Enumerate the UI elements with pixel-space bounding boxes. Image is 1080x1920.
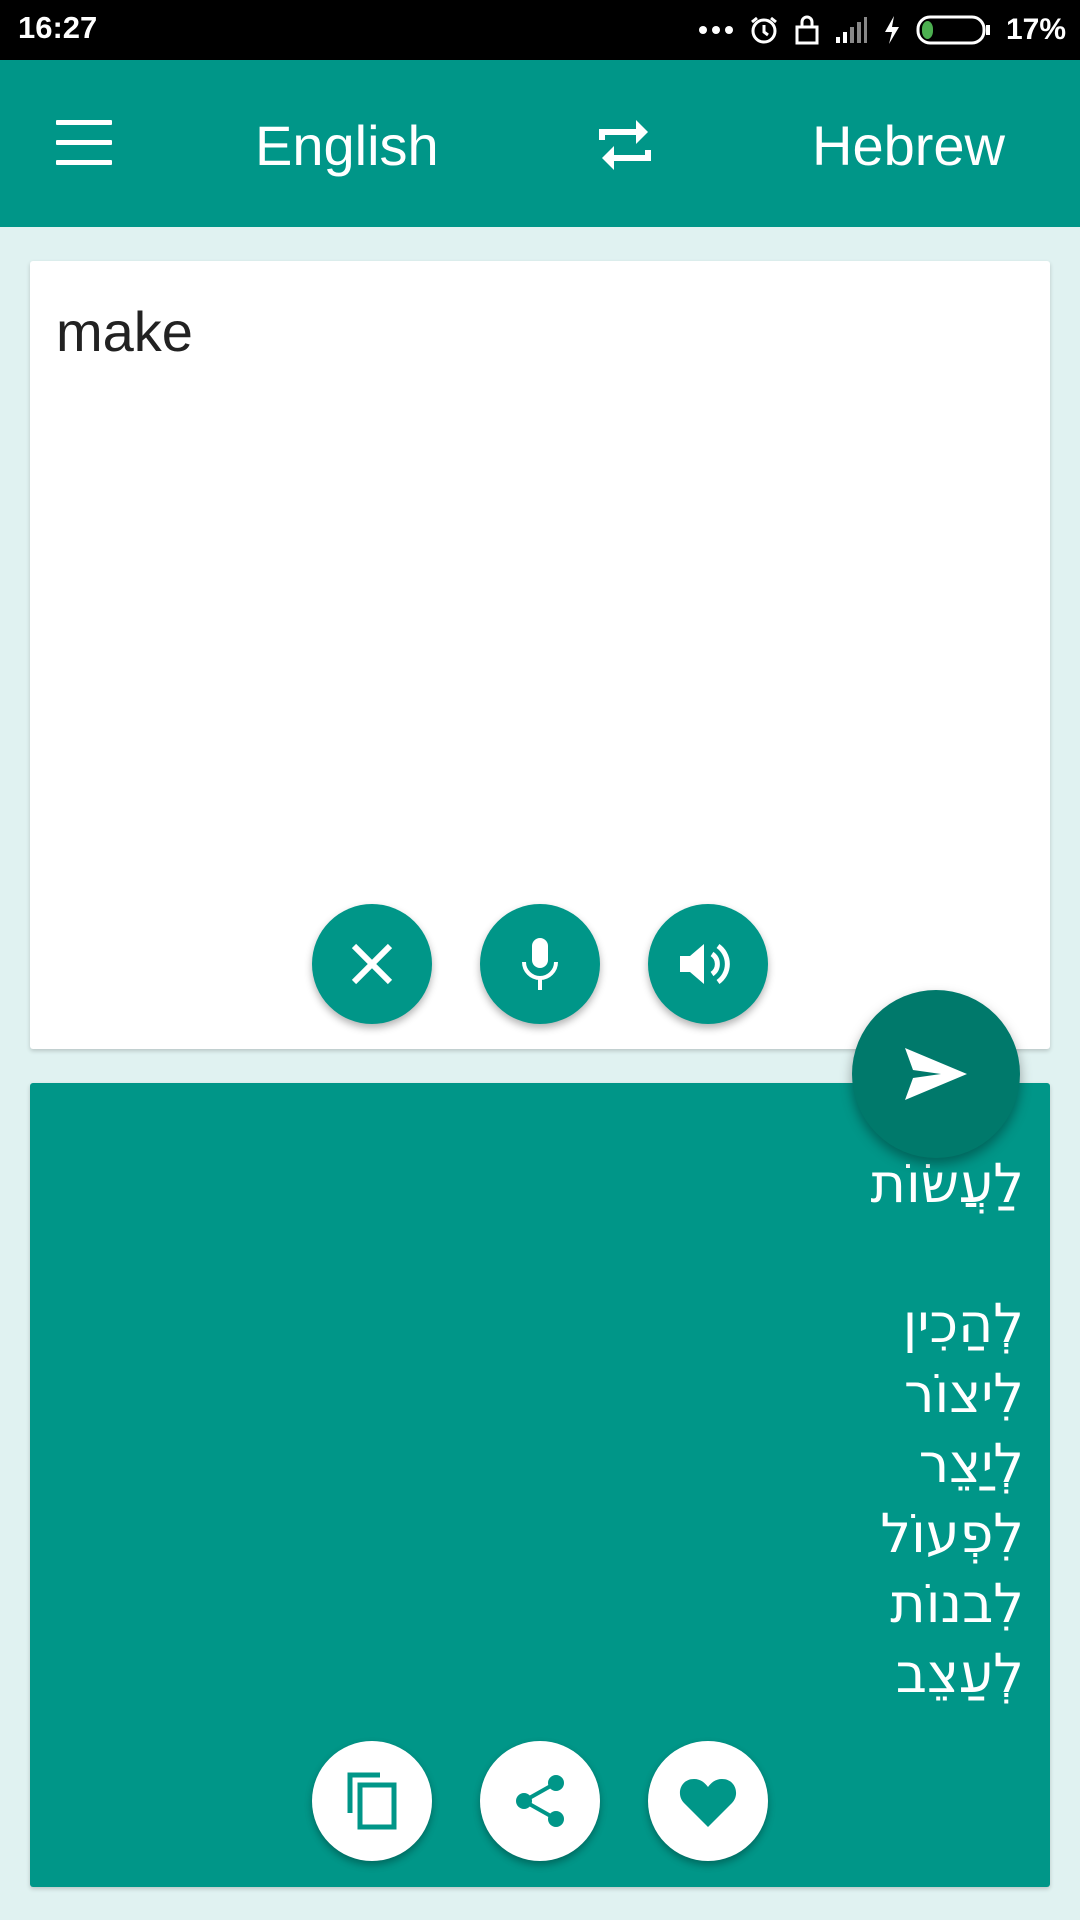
main-translation: לַעֲשׂוֹת xyxy=(870,1152,1024,1215)
clear-icon xyxy=(351,943,393,985)
app-bar: English Hebrew xyxy=(0,60,1080,227)
lock-icon xyxy=(795,15,819,45)
translate-button[interactable] xyxy=(852,990,1020,1158)
status-time: 16:27 xyxy=(18,10,98,45)
favorite-icon xyxy=(679,1779,737,1827)
copy-icon xyxy=(347,1772,397,1830)
output-card: לַעֲשׂוֹת לְהַכִין לִיצוֹר לְיַצֵר לִפְע… xyxy=(30,1083,1050,1887)
alternative-translation: לְיַצֵר xyxy=(918,1432,1024,1495)
source-language-selector[interactable]: English xyxy=(255,114,439,178)
alternative-translation: לִפְעוֹל xyxy=(880,1502,1024,1565)
translation-results: לַעֲשׂוֹת לְהַכִין לִיצוֹר לְיַצֵר לִפְע… xyxy=(871,1149,1024,1709)
input-card: make xyxy=(30,261,1050,1049)
speaker-icon xyxy=(680,943,730,985)
input-text-field[interactable]: make xyxy=(56,299,193,364)
copy-button[interactable] xyxy=(312,1741,432,1861)
swap-languages-icon[interactable] xyxy=(590,110,660,180)
more-dots-icon xyxy=(698,26,733,34)
alternative-translation: לְהַכִין xyxy=(902,1292,1024,1355)
alternative-translation: לְעַצֵב xyxy=(895,1642,1024,1705)
charging-icon xyxy=(884,16,899,44)
send-icon xyxy=(905,1048,967,1100)
alarm-icon xyxy=(751,16,777,44)
speaker-button[interactable] xyxy=(648,904,768,1024)
status-icons: 17% xyxy=(698,8,1066,52)
hamburger-menu-icon[interactable] xyxy=(56,120,112,166)
battery-icon xyxy=(916,15,990,45)
share-icon xyxy=(516,1775,564,1827)
clear-button[interactable] xyxy=(312,904,432,1024)
microphone-button[interactable] xyxy=(480,904,600,1024)
signal-icon xyxy=(835,17,867,43)
microphone-icon xyxy=(522,938,558,990)
alternative-translation: לִיצוֹר xyxy=(904,1362,1024,1425)
target-language-selector[interactable]: Hebrew xyxy=(812,114,1005,178)
favorite-button[interactable] xyxy=(648,1741,768,1861)
battery-percent: 17% xyxy=(1005,13,1066,46)
share-button[interactable] xyxy=(480,1741,600,1861)
status-bar: 16:27 17% xyxy=(0,0,1080,60)
alternative-translation: לִבנוֹת xyxy=(890,1572,1024,1635)
